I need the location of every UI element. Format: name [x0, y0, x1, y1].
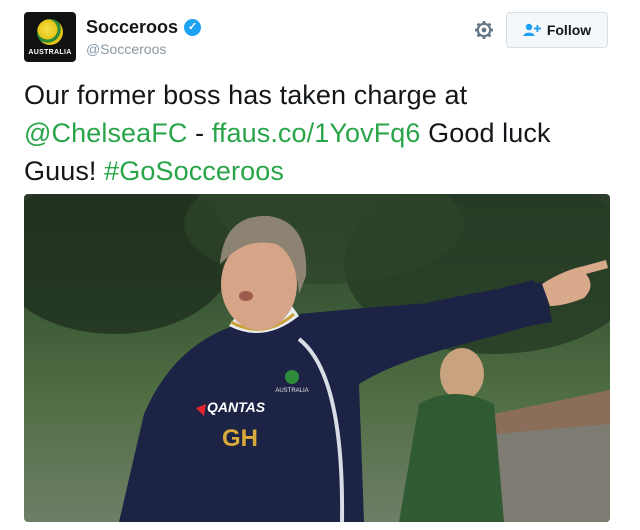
follow-label: Follow [546, 22, 592, 38]
tweet-separator: - [187, 118, 212, 148]
tweet-text-part1: Our former boss has taken charge at [24, 80, 468, 110]
avatar-label: AUSTRALIA [28, 49, 72, 56]
author-name-row[interactable]: Socceroos ✓ [86, 16, 202, 38]
tweet-text: Our former boss has taken charge at @Che… [24, 76, 624, 190]
gear-icon[interactable] [472, 18, 496, 42]
avatar[interactable]: AUSTRALIA [24, 12, 76, 62]
mention-link[interactable]: @ChelseaFC [24, 118, 187, 148]
tweet-header: AUSTRALIA Socceroos ✓ @Socceroos Follow [24, 12, 616, 64]
tweet-photo[interactable]: AUSTRALIA QANTAS GH [24, 194, 610, 522]
verified-badge-icon: ✓ [184, 18, 202, 36]
socceroos-logo [37, 19, 63, 45]
add-user-icon [523, 23, 541, 36]
author-info: Socceroos ✓ @Socceroos [86, 16, 202, 57]
crest-text: AUSTRALIA [275, 388, 308, 394]
shirt-initials: GH [222, 425, 258, 452]
hashtag-link[interactable]: #GoSocceroos [104, 156, 284, 186]
photo-scene: AUSTRALIA QANTAS GH [24, 194, 610, 522]
url-link[interactable]: ffaus.co/1YovFq6 [212, 118, 421, 148]
author-handle[interactable]: @Socceroos [86, 41, 201, 57]
display-name[interactable]: Socceroos [86, 16, 178, 38]
follow-button[interactable]: Follow [506, 12, 608, 48]
shirt-sponsor: QANTAS [207, 399, 266, 415]
